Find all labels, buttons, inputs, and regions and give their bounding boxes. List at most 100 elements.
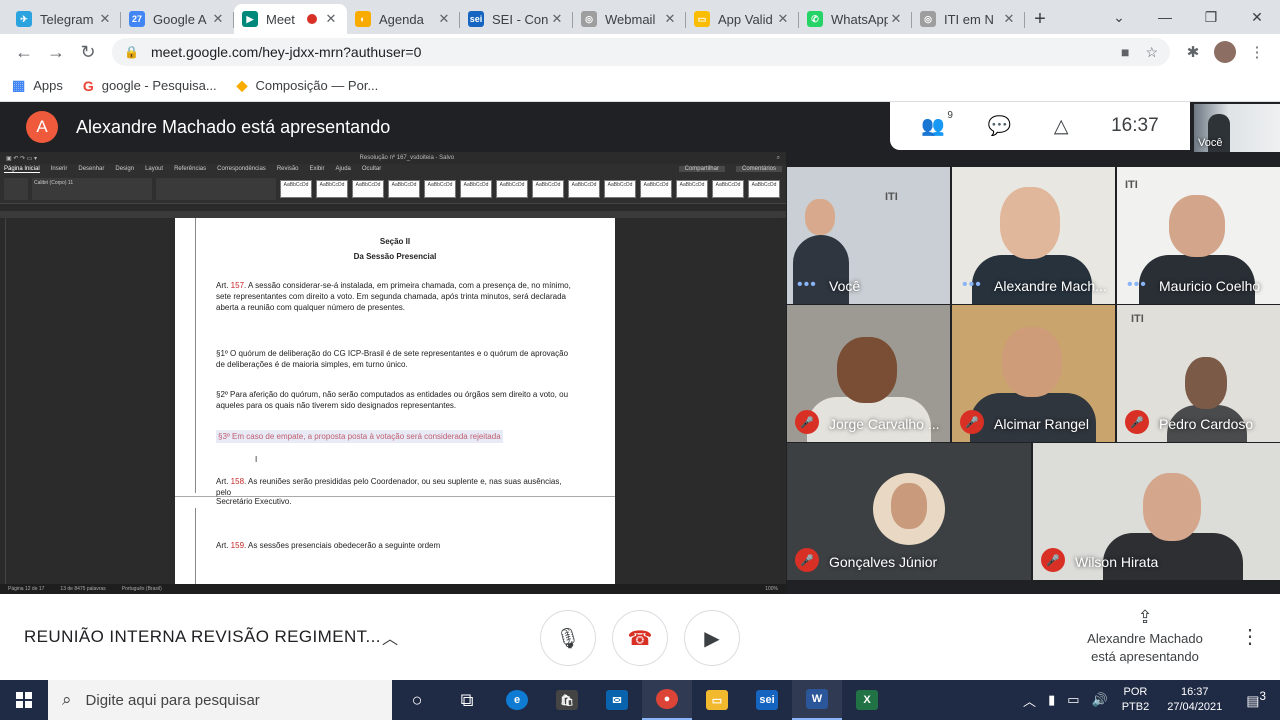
browser-tab[interactable]: ◐ Agenda ✕: [347, 4, 460, 34]
participant-tile[interactable]: 🎤 Wilson Hirata: [1033, 443, 1280, 580]
cortana-icon[interactable]: ○: [392, 680, 442, 720]
chevron-up-icon[interactable]: ︿: [382, 625, 398, 649]
browser-tab[interactable]: ✆ WhatsApp ✕: [799, 4, 912, 34]
extensions-icon[interactable]: ✱: [1178, 43, 1208, 61]
participants-button[interactable]: 👥 9: [921, 110, 953, 138]
tab-close-icon[interactable]: ✕: [549, 11, 565, 27]
restore-icon[interactable]: ❐: [1188, 9, 1234, 26]
forward-icon[interactable]: →: [40, 36, 72, 68]
self-preview-tile[interactable]: Você: [1194, 104, 1280, 152]
mail-icon[interactable]: ✉: [592, 680, 642, 720]
reload-icon[interactable]: ↻: [72, 36, 104, 68]
taskbar-clock[interactable]: 16:37 27/04/2021: [1157, 685, 1232, 715]
notification-center[interactable]: ▤3: [1232, 690, 1280, 710]
participant-tile[interactable]: ITI 🎤 Pedro Cardoso: [1117, 305, 1280, 442]
microphone-icon: 🎙: [555, 627, 581, 650]
network-icon[interactable]: ▭: [1061, 692, 1085, 708]
back-icon[interactable]: ←: [8, 36, 40, 68]
new-tab-button[interactable]: +: [1025, 4, 1055, 34]
tab-close-icon[interactable]: ✕: [436, 11, 452, 27]
close-window-icon[interactable]: ✕: [1234, 9, 1280, 26]
word-icon[interactable]: W: [792, 680, 842, 720]
microphone-button[interactable]: 🎙: [540, 610, 596, 666]
tray-chevron-icon[interactable]: ︿: [1017, 691, 1042, 710]
chat-icon[interactable]: 💬: [988, 114, 1012, 138]
sei-app-icon[interactable]: sei: [742, 680, 792, 720]
browser-tab[interactable]: ✈ Telegram ✕: [8, 4, 121, 34]
self-preview-label: Você: [1198, 137, 1223, 149]
presenting-info-name: Alexandre Machado: [1087, 631, 1203, 646]
word-style-preset: AaBbCcDd: [532, 179, 564, 198]
participant-tile[interactable]: ••• Alexandre Mach...: [952, 167, 1115, 304]
language-indicator[interactable]: POR PTB2: [1114, 685, 1158, 715]
hang-up-button[interactable]: ☎: [612, 610, 668, 666]
search-icon: ⌕: [62, 690, 72, 709]
whatsapp-icon: ✆: [807, 11, 823, 27]
usb-icon[interactable]: ▮: [1042, 692, 1061, 708]
word-titlebar: ▣ ↶ ↷ ▭ ▾ Resolução nº 167_vsdoiteia - S…: [0, 152, 786, 164]
article-text: . As reuniões serão presididas pelo Coor…: [216, 477, 562, 497]
word-ribbon-tab: Correspondências: [217, 166, 266, 172]
participant-face: [1143, 473, 1201, 541]
word-style-preset: AaBbCcDd: [640, 179, 672, 198]
browser-tab[interactable]: ◎ Webmail ✕: [573, 4, 686, 34]
word-ribbon-tab: Desenhar: [78, 166, 105, 172]
bookmark-apps[interactable]: ▦ Apps: [12, 77, 63, 94]
browser-menu-icon[interactable]: ⋮: [1242, 43, 1272, 61]
lock-icon[interactable]: 🔒: [124, 45, 139, 59]
excel-icon[interactable]: X: [842, 680, 892, 720]
tab-search-icon[interactable]: ⌄: [1096, 9, 1142, 26]
bookmark-star-icon[interactable]: ☆: [1145, 44, 1158, 61]
tab-close-icon[interactable]: ✕: [662, 11, 678, 27]
more-options-icon[interactable]: ⋮: [1240, 624, 1260, 649]
browser-tab-label: Google A: [153, 11, 207, 27]
browser-tab-label: Agenda: [379, 11, 424, 27]
activities-icon[interactable]: △: [1054, 115, 1069, 138]
participant-face: [805, 199, 835, 235]
word-search-icon: ⌕: [776, 154, 780, 161]
store-icon[interactable]: 🛍: [542, 680, 592, 720]
minimize-icon[interactable]: —: [1142, 9, 1188, 25]
browser-tab-label: Meet: [266, 11, 295, 27]
browser-tab[interactable]: sei SEI - Con ✕: [460, 4, 573, 34]
task-view-icon[interactable]: ⧉: [442, 680, 492, 720]
iti-logo: ITI: [1125, 179, 1138, 191]
text-cursor: I: [255, 455, 258, 464]
participant-tile[interactable]: ITI ••• Você: [787, 167, 950, 304]
windows-taskbar: ⌕ Digite aqui para pesquisar ○ ⧉ e 🛍 ✉ ●…: [0, 680, 1280, 720]
tab-close-icon[interactable]: ✕: [888, 11, 904, 27]
bookmark-google[interactable]: G google - Pesquisa...: [83, 78, 217, 94]
bookmark-composicao[interactable]: ◆ Composição — Por...: [237, 77, 379, 94]
participant-tile[interactable]: 🎤 Jorge Carvalho ...: [787, 305, 950, 442]
participant-tile[interactable]: 🎤 Gonçalves Júnior: [787, 443, 1031, 580]
tab-close-icon[interactable]: ✕: [775, 11, 791, 27]
tab-close-icon[interactable]: ✕: [1001, 11, 1017, 27]
url-bar[interactable]: 🔒 meet.google.com/hey-jdxx-mrn?authuser=…: [112, 38, 1170, 66]
participant-tile[interactable]: ITI ••• Mauricio Coelho: [1117, 167, 1280, 304]
word-style-preset: AaBbCcDd: [748, 179, 780, 198]
chrome-icon[interactable]: ●: [642, 680, 692, 720]
article-158: Art. 158. As reuniões serão presididas p…: [216, 476, 576, 498]
volume-icon[interactable]: 🔊: [1086, 692, 1114, 708]
browser-tab[interactable]: ▶ Meet ✕: [234, 4, 347, 34]
camera-permission-icon[interactable]: ■: [1121, 44, 1129, 61]
tab-close-icon[interactable]: ✕: [97, 11, 113, 27]
profile-avatar[interactable]: [1214, 41, 1236, 63]
browser-tab[interactable]: 27 Google A ✕: [121, 4, 234, 34]
taskbar-search[interactable]: ⌕ Digite aqui para pesquisar: [48, 680, 392, 720]
meeting-title[interactable]: REUNIÃO INTERNA REVISÃO REGIMENT...: [24, 627, 380, 647]
tab-close-icon[interactable]: ✕: [210, 11, 226, 27]
bookmark-label: Apps: [33, 78, 63, 93]
tab-close-icon[interactable]: ✕: [323, 11, 339, 27]
file-explorer-icon[interactable]: ▭: [692, 680, 742, 720]
participant-tile[interactable]: 🎤 Alcimar Rangel: [952, 305, 1115, 442]
presenting-info[interactable]: ⇪ Alexandre Machado está apresentando: [1074, 608, 1216, 666]
edge-icon[interactable]: e: [492, 680, 542, 720]
word-comments-button: Comentários: [735, 166, 782, 172]
browser-tab-label: ITI em N: [944, 11, 994, 27]
article-158-continuation: Secretário Executivo.: [216, 497, 292, 506]
browser-tab[interactable]: ◎ ITI em N ✕: [912, 4, 1025, 34]
camera-button[interactable]: ▶: [684, 610, 740, 666]
browser-tab[interactable]: ▭ App Valid ✕: [686, 4, 799, 34]
start-button[interactable]: [0, 680, 48, 720]
